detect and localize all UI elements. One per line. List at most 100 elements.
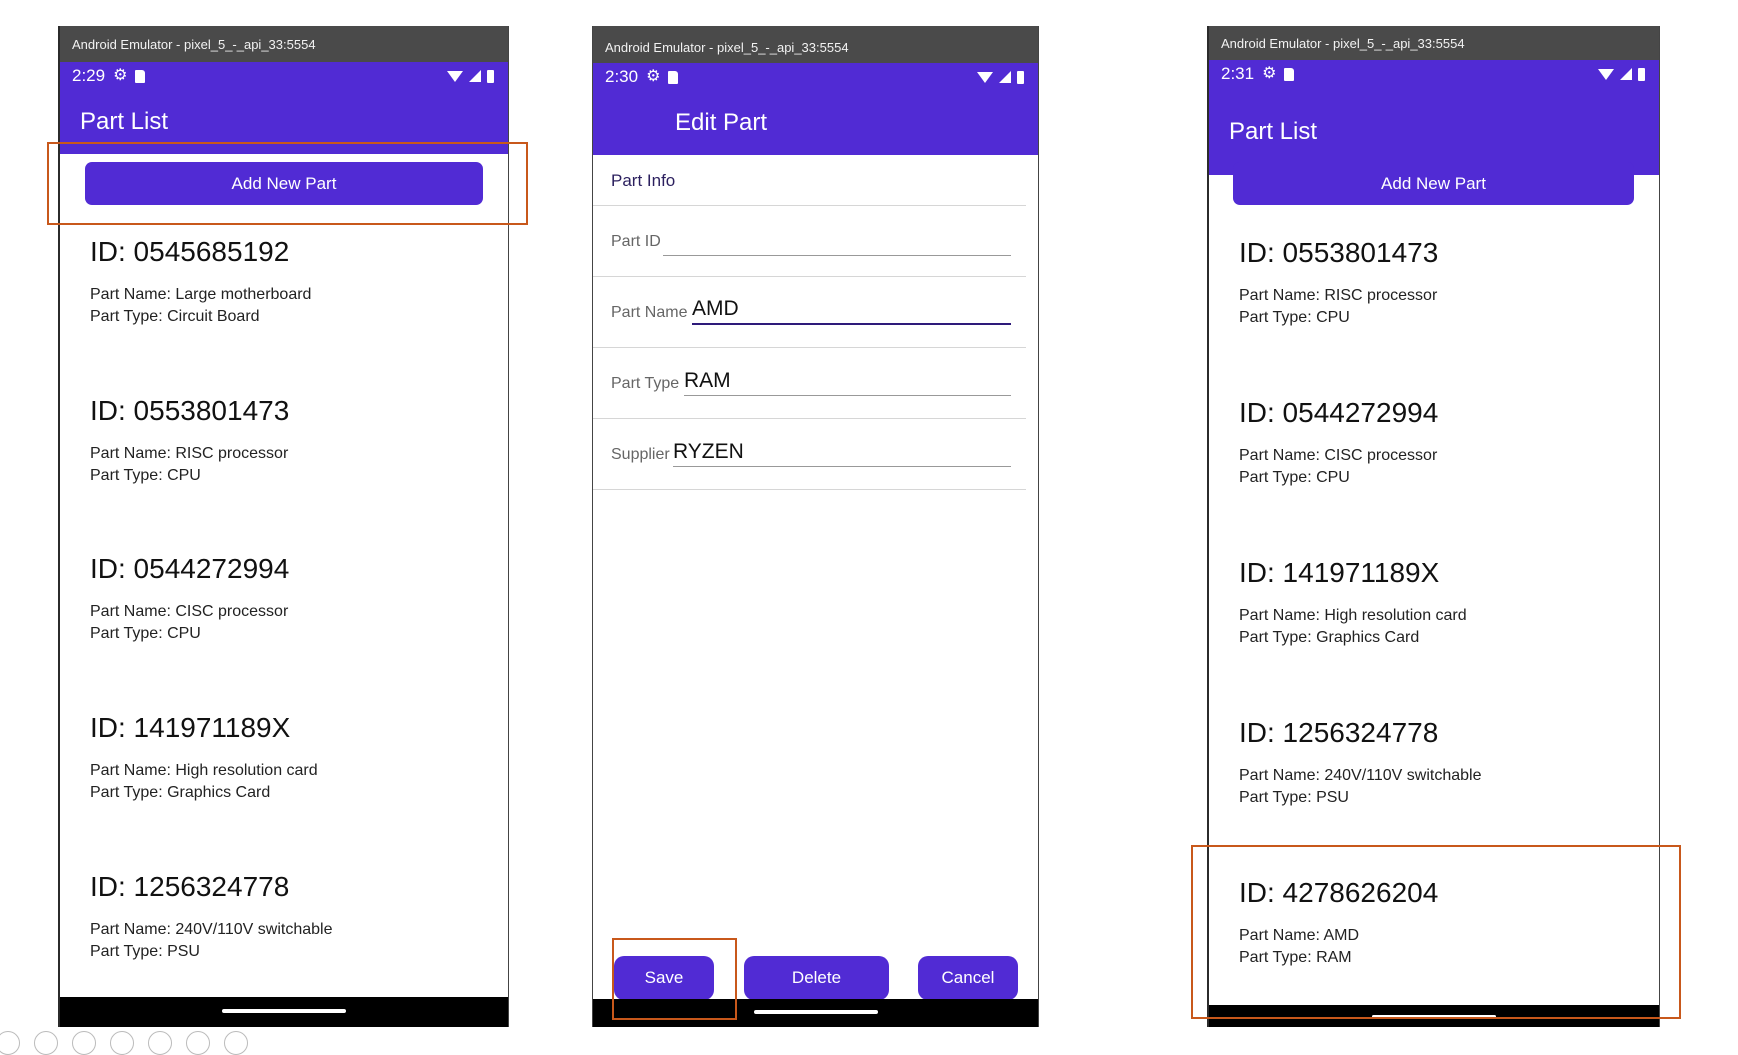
list-item[interactable]: ID: 0544272994 Part Name: CISC processor… <box>90 553 498 645</box>
list-item[interactable]: ID: 0553801473 Part Name: RISC processor… <box>90 395 498 487</box>
part-type: Part Type: PSU <box>90 943 200 960</box>
part-name: Part Name: RISC processor <box>90 445 289 462</box>
supplier-label: Supplier <box>611 446 670 463</box>
part-type: Part Type: CPU <box>1239 309 1350 326</box>
circle-decoration <box>72 1031 96 1055</box>
section-header: Part Info <box>593 155 1026 206</box>
screen-part-list-before: Android Emulator - pixel_5_-_api_33:5554… <box>58 26 509 1027</box>
add-new-part-button[interactable]: Add New Part <box>85 162 483 205</box>
part-type: Part Type: Graphics Card <box>90 784 271 801</box>
list-item[interactable]: ID: 1256324778 Part Name: 240V/110V swit… <box>90 871 498 963</box>
cancel-button[interactable]: Cancel <box>918 956 1018 1000</box>
form-row-part-name: Part Name <box>593 277 1026 348</box>
part-name-field[interactable] <box>692 295 1011 325</box>
wifi-icon <box>447 70 463 82</box>
part-id-field[interactable] <box>663 226 1011 256</box>
list-item[interactable]: ID: 0544272994 Part Name: CISC processor… <box>1239 397 1649 489</box>
navigation-bar <box>1209 1005 1659 1027</box>
screen-edit-part: Android Emulator - pixel_5_-_api_33:5554… <box>592 26 1039 1027</box>
part-type: Part Type: RAM <box>1239 949 1352 966</box>
settings-gear-icon: ⚙ <box>646 68 661 85</box>
list-item[interactable]: ID: 0545685192 Part Name: Large motherbo… <box>90 236 498 328</box>
circle-decoration <box>0 1031 20 1055</box>
form-row-part-id: Part ID <box>593 206 1026 277</box>
part-id: ID: 141971189X <box>90 712 291 743</box>
part-type-label: Part Type <box>611 375 680 392</box>
status-time: 2:31 <box>1221 64 1255 83</box>
navigation-bar <box>60 997 508 1027</box>
status-time: 2:30 <box>605 67 639 86</box>
settings-gear-icon: ⚙ <box>1262 65 1277 82</box>
part-name: Part Name: High resolution card <box>90 762 318 779</box>
part-name: Part Name: CISC processor <box>90 603 289 620</box>
settings-gear-icon: ⚙ <box>113 67 128 84</box>
part-name: Part Name: Large motherboard <box>90 286 312 303</box>
part-id: ID: 0545685192 <box>90 236 290 267</box>
part-name: Part Name: High resolution card <box>1239 607 1467 624</box>
sd-card-icon <box>1284 67 1295 81</box>
part-name-label: Part Name <box>611 304 688 321</box>
emulator-title-bar: Android Emulator - pixel_5_-_api_33:5554 <box>1209 26 1659 60</box>
list-item[interactable]: ID: 1256324778 Part Name: 240V/110V swit… <box>1239 717 1649 809</box>
circle-decoration <box>110 1031 134 1055</box>
part-name: Part Name: RISC processor <box>1239 287 1438 304</box>
status-time: 2:29 <box>72 66 106 85</box>
circle-decoration <box>186 1031 210 1055</box>
emulator-title-bar: Android Emulator - pixel_5_-_api_33:5554 <box>60 26 508 62</box>
supplier-field[interactable] <box>673 437 1011 467</box>
part-name: Part Name: CISC processor <box>1239 447 1438 464</box>
circle-decoration <box>34 1031 58 1055</box>
part-type: Part Type: CPU <box>90 467 201 484</box>
circle-decoration <box>224 1031 248 1055</box>
app-bar-title: Part List <box>60 90 508 154</box>
part-id: ID: 0544272994 <box>1239 397 1439 428</box>
part-id: ID: 1256324778 <box>1239 717 1439 748</box>
part-type-field[interactable] <box>684 366 1011 396</box>
list-item[interactable]: ID: 141971189X Part Name: High resolutio… <box>1239 557 1649 649</box>
delete-button[interactable]: Delete <box>744 956 889 1000</box>
home-gesture-handle[interactable] <box>753 1010 878 1014</box>
form-row-supplier: Supplier <box>593 419 1026 490</box>
wifi-icon <box>977 71 993 83</box>
form-row-part-type: Part Type <box>593 348 1026 419</box>
part-type: Part Type: CPU <box>1239 469 1350 486</box>
home-gesture-handle[interactable] <box>1372 1015 1496 1018</box>
list-item[interactable]: ID: 141971189X Part Name: High resolutio… <box>90 712 498 804</box>
battery-icon <box>487 69 494 83</box>
circle-decoration <box>148 1031 172 1055</box>
part-id: ID: 4278626204 <box>1239 877 1439 908</box>
battery-icon <box>1017 70 1024 84</box>
part-type: Part Type: Graphics Card <box>1239 629 1420 646</box>
decorative-circles <box>0 1029 300 1055</box>
part-type: Part Type: PSU <box>1239 789 1349 806</box>
status-bar: 2:31 ⚙ <box>1209 60 1659 88</box>
app-bar-title: Edit Part <box>593 91 1038 155</box>
part-id: ID: 0553801473 <box>90 395 290 426</box>
part-name: Part Name: 240V/110V switchable <box>1239 767 1482 784</box>
part-name: Part Name: 240V/110V switchable <box>90 921 333 938</box>
part-type: Part Type: Circuit Board <box>90 308 260 325</box>
list-item[interactable]: ID: 0553801473 Part Name: RISC processor… <box>1239 237 1649 329</box>
sd-card-icon <box>668 70 679 84</box>
home-gesture-handle[interactable] <box>222 1009 346 1013</box>
part-id: ID: 0553801473 <box>1239 237 1439 268</box>
signal-icon <box>999 71 1011 83</box>
part-id: ID: 1256324778 <box>90 871 290 902</box>
part-id-label: Part ID <box>611 233 661 250</box>
status-bar: 2:30 ⚙ <box>593 63 1038 91</box>
part-info-label: Part Info <box>611 171 676 190</box>
signal-icon <box>469 70 481 82</box>
emulator-title-bar: Android Emulator - pixel_5_-_api_33:5554 <box>593 26 1038 63</box>
screen-part-list-after: Android Emulator - pixel_5_-_api_33:5554… <box>1207 26 1660 1027</box>
save-button[interactable]: Save <box>614 956 714 1000</box>
sd-card-icon <box>135 69 146 83</box>
battery-icon <box>1638 67 1645 81</box>
part-id: ID: 0544272994 <box>90 553 290 584</box>
add-new-part-button[interactable]: Add New Part <box>1233 162 1634 205</box>
wifi-icon <box>1598 68 1614 80</box>
part-name: Part Name: AMD <box>1239 927 1360 944</box>
part-type: Part Type: CPU <box>90 625 201 642</box>
list-item[interactable]: ID: 4278626204 Part Name: AMD Part Type:… <box>1239 877 1649 969</box>
status-bar: 2:29 ⚙ <box>60 62 508 90</box>
part-id: ID: 141971189X <box>1239 557 1440 588</box>
